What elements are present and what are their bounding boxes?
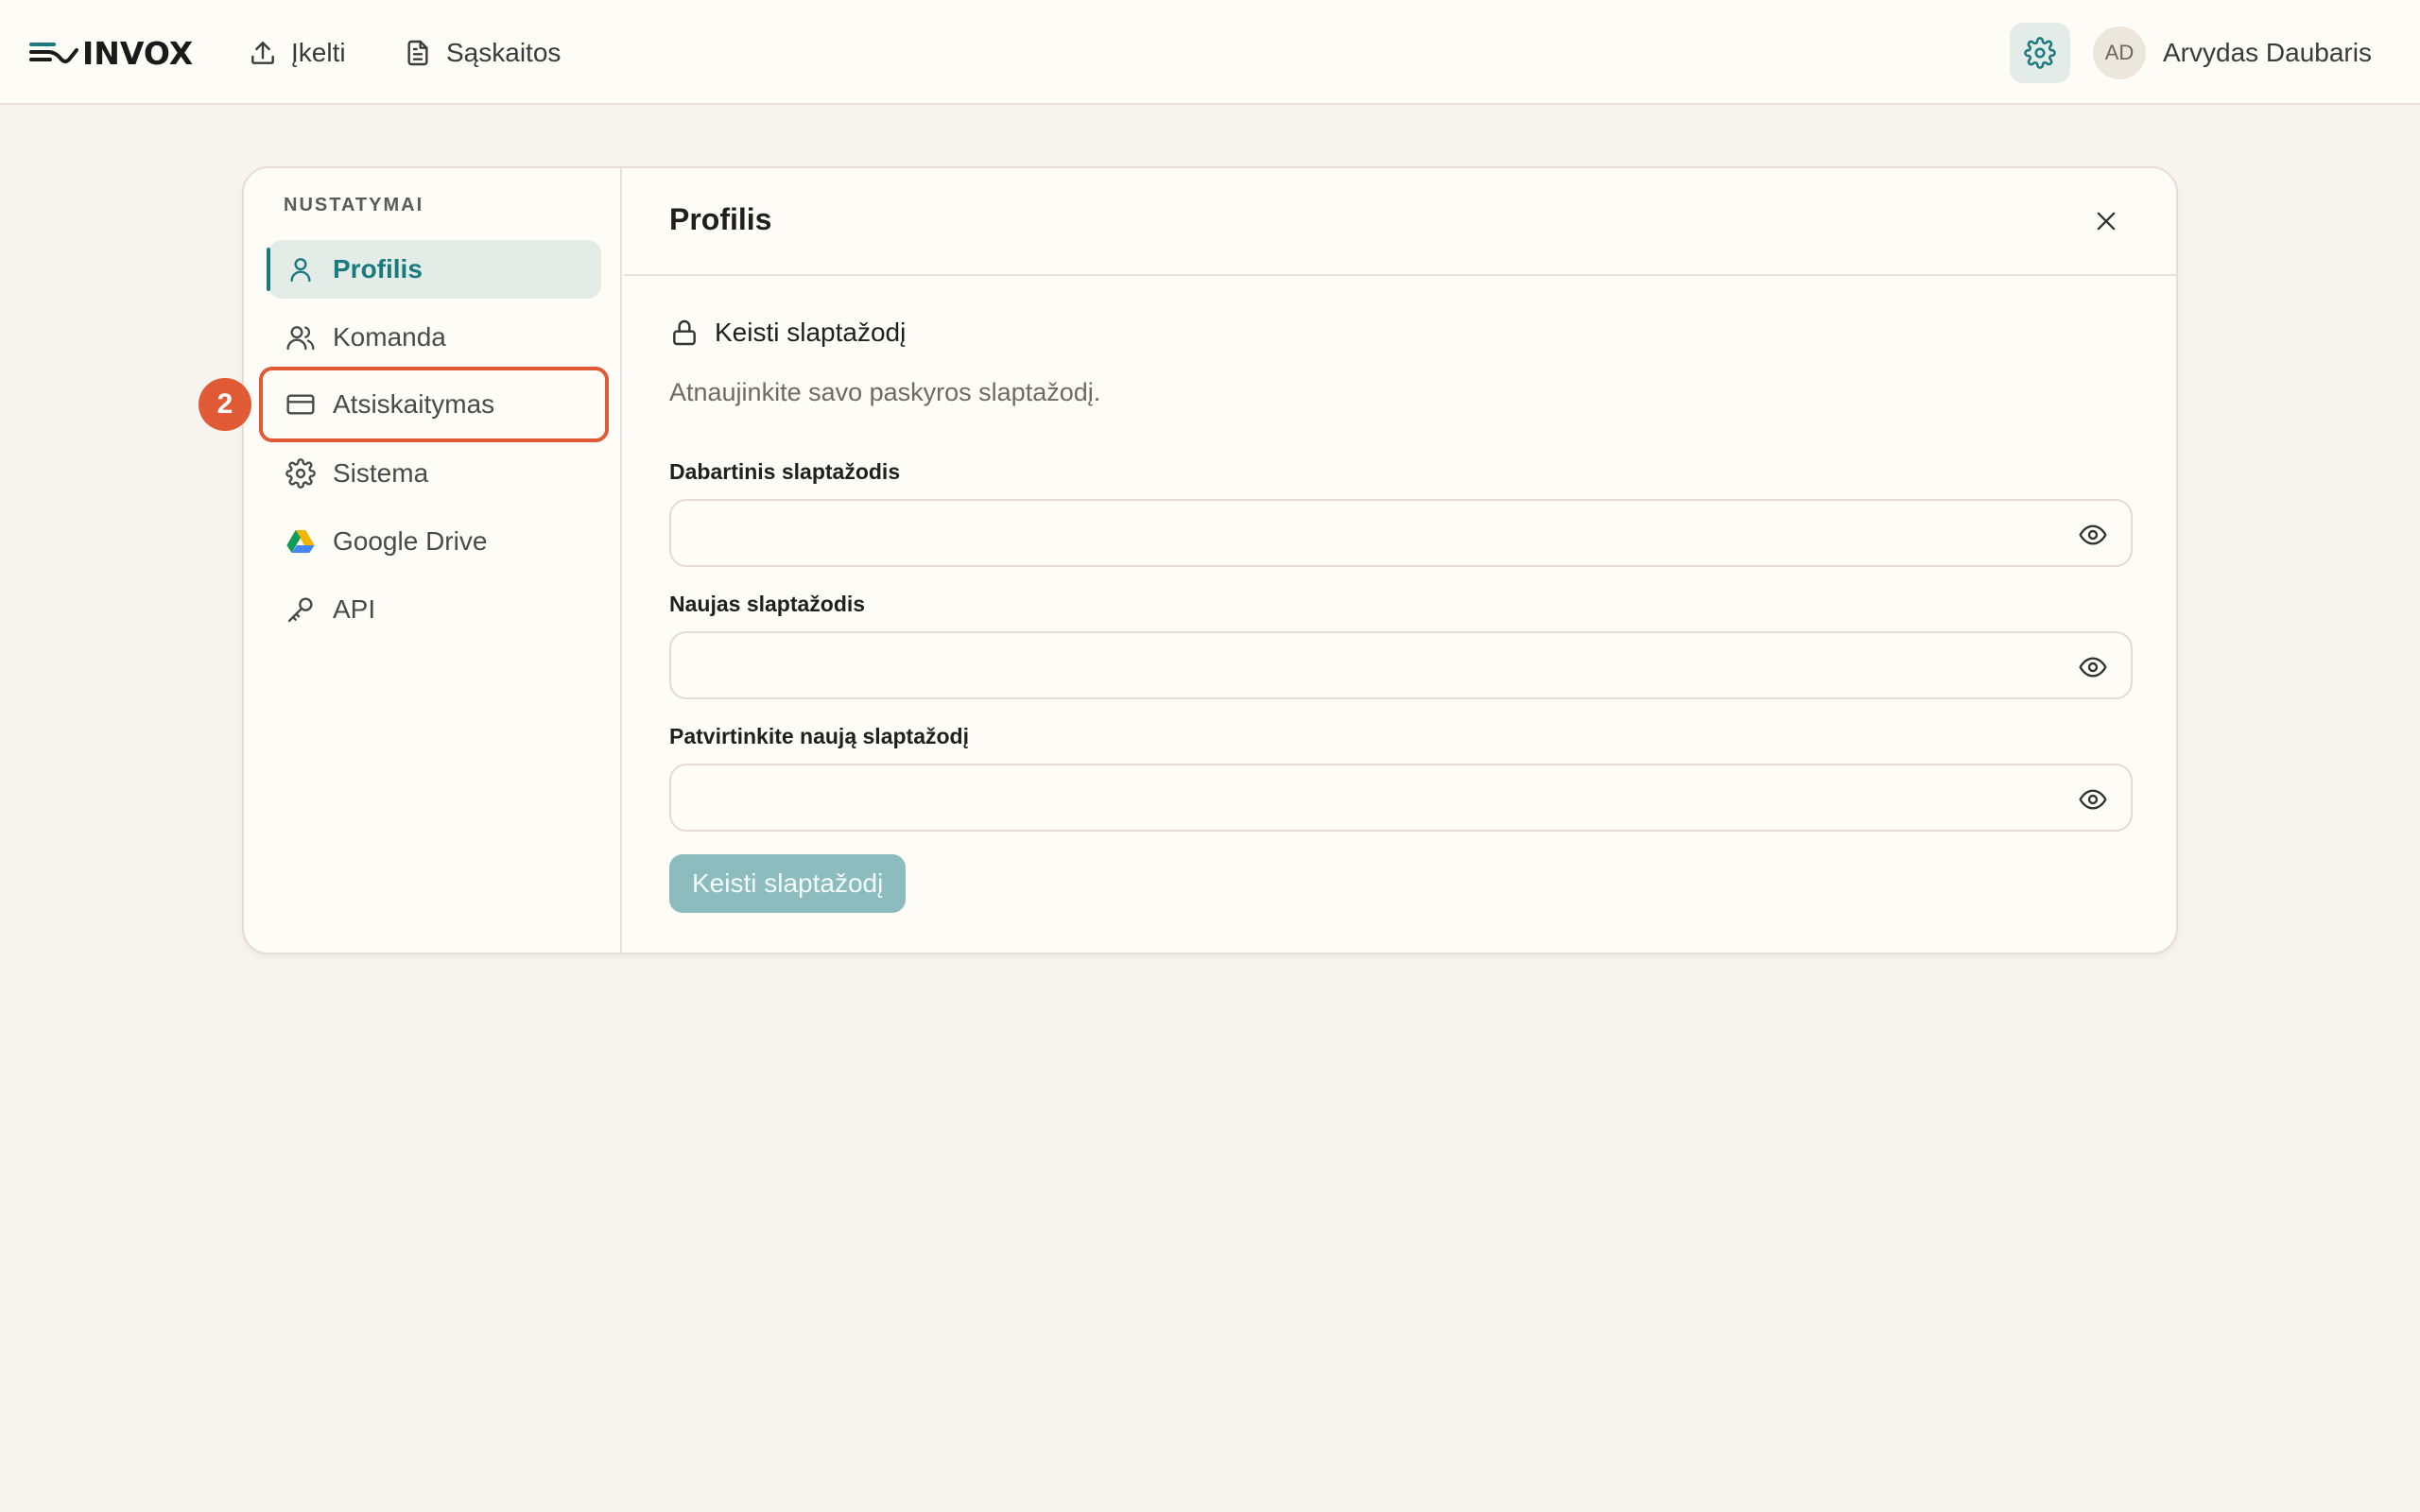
eye-icon[interactable] [2078, 784, 2108, 815]
settings-button[interactable] [2010, 23, 2070, 83]
section-title-text: Keisti slaptažodį [715, 318, 907, 347]
nav-upload-label: Įkelti [291, 38, 346, 67]
key-icon [287, 597, 313, 623]
credit-card-icon [286, 394, 315, 415]
eye-icon[interactable] [2078, 520, 2108, 550]
settings-sidebar: NUSTATYMAI Profilis Komanda Atsiskaityma [244, 168, 622, 953]
section-title: Keisti slaptažodį [669, 318, 906, 348]
sidebar-item-label: Profilis [333, 254, 423, 284]
upload-icon [251, 42, 274, 64]
nav-invoices-label: Sąskaitos [446, 38, 562, 67]
gear-icon [2024, 37, 2056, 69]
sidebar-item-system[interactable]: Sistema [268, 444, 601, 503]
current-password-input[interactable] [690, 501, 2051, 565]
profile-panel: Profilis Keisti slaptažodį Atnaujinkite … [624, 168, 2176, 953]
new-password-field[interactable] [669, 631, 2133, 699]
gear-icon [285, 458, 316, 489]
change-password-button[interactable]: Keisti slaptažodį [669, 854, 907, 913]
logo-mark-icon [29, 43, 78, 63]
user-name[interactable]: Arvydas Daubaris [2163, 34, 2372, 72]
sidebar-item-label: Google Drive [333, 526, 488, 556]
sidebar-item-label: Komanda [333, 322, 446, 352]
confirm-password-input[interactable] [690, 765, 2051, 830]
confirm-password-field[interactable] [669, 764, 2133, 832]
current-password-field[interactable] [669, 499, 2133, 567]
avatar[interactable]: AD [2093, 26, 2146, 79]
nav-upload[interactable]: Įkelti [248, 32, 346, 74]
current-password-label: Dabartinis slaptažodis [669, 459, 901, 484]
sidebar-item-team[interactable]: Komanda [268, 308, 601, 367]
google-drive-icon [286, 530, 315, 553]
sidebar-item-api[interactable]: API [268, 580, 601, 639]
settings-card: NUSTATYMAI Profilis Komanda Atsiskaityma [242, 166, 2178, 954]
step-badge: 2 [199, 378, 251, 431]
user-icon [290, 258, 311, 283]
logo[interactable]: INVOX [29, 32, 193, 74]
sidebar-heading: NUSTATYMAI [284, 195, 424, 215]
users-icon [286, 326, 315, 351]
panel-header: Profilis [624, 168, 2176, 276]
nav-invoices[interactable]: Sąskaitos [403, 32, 561, 74]
new-password-input[interactable] [690, 633, 2051, 697]
confirm-password-label: Patvirtinkite naują slaptažodį [669, 724, 969, 748]
sidebar-item-label: API [333, 594, 376, 624]
section-description: Atnaujinkite savo paskyros slaptažodį. [669, 378, 1101, 406]
sidebar-item-label: Sistema [333, 458, 429, 488]
sidebar-item-google-drive[interactable]: Google Drive [268, 512, 601, 571]
sidebar-item-billing[interactable]: Atsiskaitymas [259, 367, 609, 442]
document-icon [407, 40, 428, 66]
close-button[interactable] [2089, 204, 2123, 238]
sidebar-item-label: Atsiskaitymas [333, 389, 495, 419]
close-icon [2097, 212, 2116, 231]
lock-icon [673, 319, 696, 346]
sidebar-item-profile[interactable]: Profilis [267, 240, 601, 299]
logo-text: INVOX [82, 34, 194, 72]
top-bar: INVOX Įkelti Sąskaitos AD Arvydas Daubar… [0, 0, 2420, 105]
eye-icon[interactable] [2078, 652, 2108, 682]
panel-title: Profilis [669, 202, 772, 236]
new-password-label: Naujas slaptažodis [669, 592, 866, 616]
